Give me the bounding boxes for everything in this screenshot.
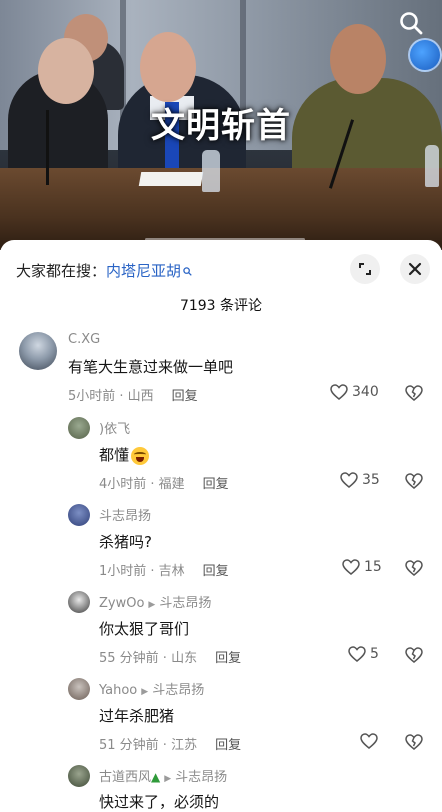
expand-button[interactable] [350,254,380,284]
reply-button[interactable]: 回复 [215,738,241,753]
dislike-button[interactable] [405,473,423,493]
comment-username[interactable]: C.XG [68,332,100,347]
like-button[interactable]: 5 [348,646,379,662]
water-bottle [425,145,439,187]
heart-icon [340,472,358,488]
like-count: 15 [364,559,382,575]
like-button[interactable] [360,733,382,749]
comment-text: 杀猪吗? [99,533,152,551]
reply-arrow-icon: ▶ [141,687,149,697]
like-button[interactable]: 340 [330,384,379,400]
comment-text: 都懂 [99,444,150,465]
comment-username[interactable]: 斗志昂扬 [99,505,151,524]
comment-meta: 4小时前 · 福建 回复 [99,473,229,492]
person-center-head [140,32,196,102]
reply-arrow-icon: ▶ [164,774,172,784]
avatar[interactable] [68,504,90,526]
comment-count: 7193 条评论 [179,298,263,314]
reply-button[interactable]: 回复 [203,477,229,492]
comment-time: 51 分钟前 · 江苏 [99,738,198,753]
avatar[interactable] [68,591,90,613]
comment-username[interactable]: )依飞 [99,418,130,437]
trending-search-term[interactable]: 内塔尼亚胡 [106,262,181,280]
reply-button[interactable]: 回复 [215,651,241,666]
avatar[interactable] [19,332,57,370]
video-overlay-title: 文明斩首 [151,106,291,146]
comment-text: 有笔大生意过来做一单吧 [68,358,234,376]
like-count: 340 [352,384,379,400]
like-button[interactable]: 35 [340,472,380,488]
heart-icon [330,384,348,400]
search-icon[interactable] [398,10,424,36]
trending-search-label: 大家都在搜： [16,262,107,280]
comment-text: 过年杀肥猪 [99,707,175,725]
broken-heart-icon [405,560,423,576]
like-count: 35 [362,472,380,488]
avatar-badge-icon[interactable] [408,38,442,72]
broken-heart-icon [405,734,423,750]
video-player[interactable]: 文明斩首 [0,0,442,250]
comment-username: ZywOo ▶ 斗志昂扬 [99,596,212,611]
comment-meta: 1小时前 · 吉林 回复 [99,560,229,579]
comment-meta: 55 分钟前 · 山东 回复 [99,647,241,666]
dislike-button[interactable] [405,385,423,405]
search-small-icon [183,267,192,276]
close-icon [408,262,422,276]
like-button[interactable]: 15 [342,559,382,575]
heart-icon [348,646,366,662]
comment-text: 你太狠了哥们 [99,620,190,638]
comment-username: Yahoo ▶ 斗志昂扬 [99,683,205,698]
dislike-button[interactable] [405,647,423,667]
comment-time: 55 分钟前 · 山东 [99,651,198,666]
comment-time: 5小时前 · 山西 [68,389,154,404]
avatar[interactable] [68,417,90,439]
expand-icon [359,263,371,275]
broken-heart-icon [405,647,423,663]
comment-text: 快过来了，必须的 [99,793,220,811]
reply-button[interactable]: 回复 [203,564,229,579]
comment-meta: 5小时前 · 山西 回复 [68,385,198,404]
close-button[interactable] [400,254,430,284]
tree-emoji-icon: ▲ [151,770,161,784]
trending-search[interactable]: 大家都在搜：内塔尼亚胡 [16,260,192,281]
like-count: 5 [370,646,379,662]
comment-time: 1小时前 · 吉林 [99,564,185,579]
heart-icon [360,733,378,749]
reply-arrow-icon: ▶ [148,600,156,610]
comment-time: 4小时前 · 福建 [99,477,185,492]
avatar[interactable] [68,678,90,700]
comment-username: 古道西风▲ ▶ 斗志昂扬 [99,770,228,785]
person-right-head [330,24,386,94]
laugh-cry-emoji-icon [131,446,150,465]
broken-heart-icon [405,385,423,401]
reply-button[interactable]: 回复 [172,389,198,404]
broken-heart-icon [405,473,423,489]
dislike-button[interactable] [405,734,423,754]
water-bottle [202,150,220,192]
heart-icon [342,559,360,575]
dislike-button[interactable] [405,560,423,580]
comments-sheet: 大家都在搜：内塔尼亚胡 7193 条评论 C.XG 有笔大生意过来做一单吧 5小… [0,240,442,811]
comment-meta: 51 分钟前 · 江苏 回复 [99,734,241,753]
person-left-head [38,38,94,104]
avatar[interactable] [68,765,90,787]
paper-sheet [138,172,204,186]
